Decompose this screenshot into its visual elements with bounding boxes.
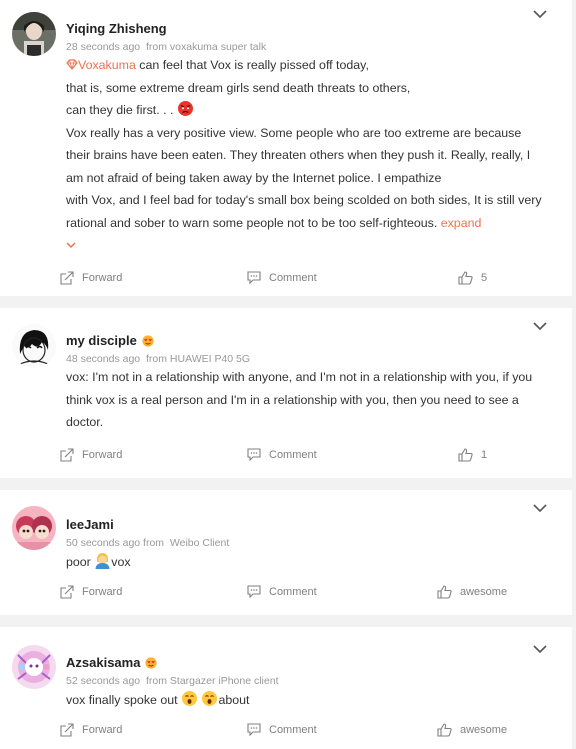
post-line: their brains have been eaten. They threa… — [66, 148, 531, 162]
post-line: poor vox — [66, 551, 556, 574]
avatar[interactable] — [12, 506, 56, 550]
author-name[interactable]: leeJami — [66, 517, 114, 532]
heart-eyes-emoji-icon — [142, 335, 154, 347]
like-button[interactable]: awesome — [437, 723, 507, 737]
like-button[interactable]: 5 — [458, 271, 487, 285]
angry-face-emoji-icon — [177, 101, 193, 116]
share-icon — [60, 585, 74, 599]
post-time: 28 seconds ago — [66, 41, 141, 53]
post-line: with Vox, and I feel bad for today's sma… — [66, 193, 542, 207]
thumbs-up-icon — [437, 723, 452, 737]
action-bar: Forward Comment 1 — [0, 448, 572, 468]
post-line: am not afraid of being taken away by the… — [66, 170, 442, 185]
super-topic-diamond-icon — [66, 59, 78, 70]
comment-icon — [247, 448, 261, 461]
post-card: leeJami 50 seconds ago from Weibo Client… — [0, 490, 572, 615]
post-line: doctor. — [66, 415, 104, 429]
post-source[interactable]: Weibo Client — [170, 537, 229, 549]
comment-button[interactable]: Comment — [247, 448, 317, 461]
comment-icon — [247, 271, 261, 284]
post-body: poor vox — [66, 551, 556, 574]
post-card: Azsakisama 52 seconds ago from Stargazer… — [0, 627, 572, 749]
share-icon — [60, 448, 74, 462]
heart-eyes-emoji-icon — [145, 657, 158, 669]
post-source[interactable]: from Stargazer iPhone client — [146, 675, 278, 687]
comment-button[interactable]: Comment — [247, 271, 317, 284]
action-bar: Forward Comment 5 — [0, 271, 572, 291]
like-button[interactable]: awesome — [437, 585, 507, 599]
comment-button[interactable]: Comment — [247, 585, 317, 598]
forward-button[interactable]: Forward — [60, 585, 122, 599]
share-icon — [60, 271, 74, 285]
post-body: vox finally spoke out about — [66, 689, 556, 712]
post-time: 52 seconds ago — [66, 675, 141, 687]
thumbs-up-icon — [458, 448, 473, 462]
post-meta: 28 seconds ago from voxakuma super talk — [66, 41, 266, 53]
comment-icon — [247, 723, 261, 736]
avatar[interactable] — [12, 12, 56, 56]
post-body: Voxakuma can feel that Vox is really pis… — [66, 54, 556, 252]
post-line: vox finally spoke out about — [66, 689, 556, 712]
action-bar: Forward Comment awesome — [0, 723, 572, 743]
person-emoji-icon — [95, 553, 110, 569]
post-source[interactable]: from voxakuma super talk — [146, 41, 266, 53]
comment-icon — [247, 585, 261, 598]
post-meta: 48 seconds ago from HUAWEI P40 5G — [66, 353, 250, 365]
post-line: that is, some extreme dream girls send d… — [66, 80, 411, 95]
weibo-comment-feed: Yiqing Zhisheng 28 seconds ago from voxa… — [0, 0, 576, 749]
thumbs-up-icon — [437, 585, 452, 599]
post-line: rational and sober to warn some people n… — [66, 215, 482, 230]
post-meta: 52 seconds ago from Stargazer iPhone cli… — [66, 675, 278, 687]
author-name[interactable]: Azsakisama — [66, 655, 158, 670]
post-time: 48 seconds ago — [66, 353, 141, 365]
chevron-down-icon[interactable] — [532, 502, 548, 514]
comment-button[interactable]: Comment — [247, 723, 317, 736]
post-line: Vox really has a very positive view. Som… — [66, 125, 522, 140]
expand-link[interactable]: expand — [441, 216, 482, 230]
post-body: vox: I'm not in a relationship with anyo… — [66, 366, 556, 434]
avatar[interactable] — [12, 645, 56, 689]
chevron-down-icon[interactable] — [532, 320, 548, 332]
post-meta: 50 seconds ago from Weibo Client — [66, 537, 229, 549]
post-time: 50 seconds ago from — [66, 537, 165, 549]
share-icon — [60, 723, 74, 737]
post-source[interactable]: from HUAWEI P40 5G — [146, 353, 250, 365]
kissing-face-emoji-icon — [202, 691, 218, 706]
chevron-down-icon[interactable] — [532, 8, 548, 20]
post-card: Yiqing Zhisheng 28 seconds ago from voxa… — [0, 0, 572, 296]
mention-link[interactable]: Voxakuma — [78, 58, 136, 72]
action-bar: Forward Comment awesome — [0, 585, 572, 605]
like-button[interactable]: 1 — [458, 448, 487, 462]
expand-chevron-icon[interactable] — [66, 241, 76, 249]
post-line: think vox is a real person and I'm in a … — [66, 392, 519, 407]
post-line: vox: I'm not in a relationship with anyo… — [66, 370, 533, 384]
chevron-down-icon[interactable] — [532, 643, 548, 655]
kissing-face-emoji-icon — [182, 691, 198, 706]
forward-button[interactable]: Forward — [60, 271, 122, 285]
author-name[interactable]: Yiqing Zhisheng — [66, 21, 167, 36]
post-card: my disciple 48 seconds ago from HUAWEI P… — [0, 308, 572, 478]
post-line: can they die first. . . — [66, 99, 556, 122]
author-name[interactable]: my disciple — [66, 333, 155, 348]
post-line: Voxakuma can feel that Vox is really pis… — [66, 54, 556, 77]
avatar[interactable] — [12, 324, 56, 368]
forward-button[interactable]: Forward — [60, 448, 122, 462]
thumbs-up-icon — [458, 271, 473, 285]
forward-button[interactable]: Forward — [60, 723, 122, 737]
